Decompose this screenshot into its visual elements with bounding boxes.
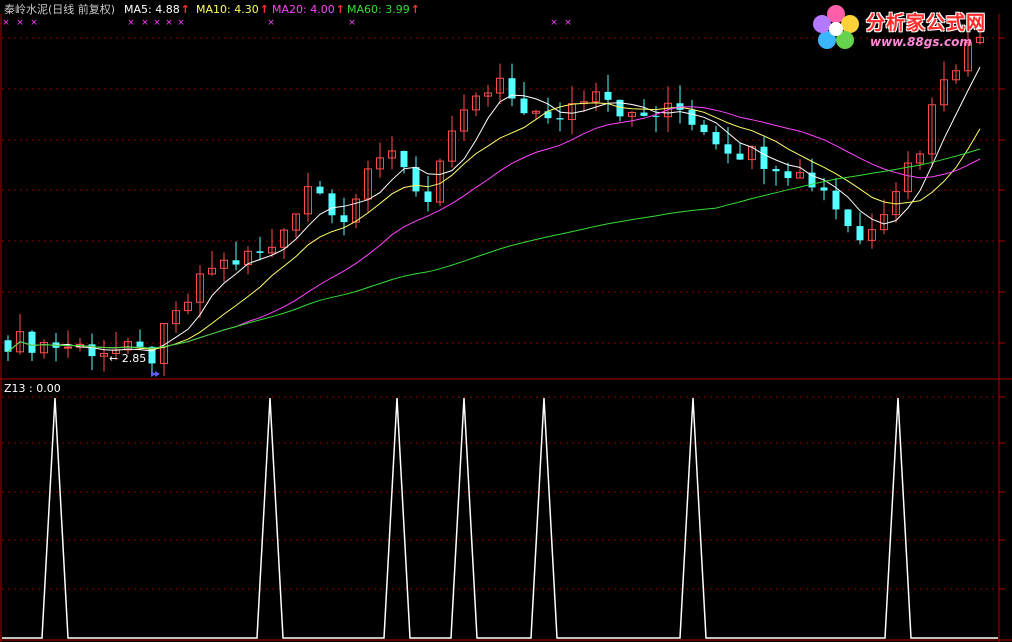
ma20-line (7, 106, 981, 353)
stock-title: 秦岭水泥(日线 前复权) (4, 3, 116, 16)
top-marker: × (550, 18, 558, 28)
ma20-legend: MA20: 4.00↑ (272, 3, 345, 17)
candle-down (604, 91, 612, 100)
site-logo: 分析家公式网 www.88gs.com (808, 2, 1008, 54)
z13-line (2, 397, 998, 639)
low-price-label: ← 2.85 (109, 352, 147, 365)
candle-down (736, 153, 744, 160)
candle-down (136, 341, 144, 347)
candle-down (712, 132, 720, 145)
ma20-label: MA20: 4.00 (272, 3, 335, 16)
candle-down (820, 187, 828, 191)
top-marker: × (177, 18, 185, 28)
arrow-up-icon: ↑ (335, 3, 345, 16)
candle-down (340, 215, 348, 223)
logo-title: 分析家公式网 (866, 12, 987, 34)
top-marker: × (348, 18, 356, 28)
ma60-legend: MA60: 3.99↑ (347, 3, 420, 17)
z13-indicator (2, 397, 998, 639)
candle-down (400, 150, 408, 168)
ma5-label: MA5: 4.88 (124, 3, 180, 16)
candle-down (28, 331, 36, 353)
candle-down (688, 109, 696, 125)
blue-arrow-icon (151, 371, 160, 377)
candle-down (328, 193, 336, 216)
candle-down (520, 98, 528, 114)
arrow-up-icon: ↑ (410, 3, 420, 16)
top-markers: × × × × × × × × × × × × (2, 18, 572, 28)
arrow-up-icon: ↑ (180, 3, 190, 16)
candle-down (412, 167, 420, 192)
top-marker: × (165, 18, 173, 28)
top-marker: × (2, 18, 10, 28)
candle-down (856, 226, 864, 241)
grid-lines (2, 37, 1005, 590)
candle-down (316, 186, 324, 194)
candle-down (256, 251, 264, 253)
candle-down (424, 191, 432, 202)
candle-down (844, 209, 852, 227)
ma60-label: MA60: 3.99 (347, 3, 410, 16)
top-marker: × (564, 18, 572, 28)
top-marker: × (16, 18, 24, 28)
candle-down (232, 260, 240, 265)
candle-down (652, 115, 660, 117)
candle-down (784, 171, 792, 179)
candle-down (724, 144, 732, 154)
candle-down (772, 168, 780, 172)
candle-down (700, 124, 708, 133)
candle-down (640, 112, 648, 116)
kline-chart[interactable]: × × × × × × × × × × × × (0, 0, 1012, 642)
ma10-legend: MA10: 4.30↑ (196, 3, 269, 17)
candlesticks (4, 24, 984, 377)
top-marker: × (30, 18, 38, 28)
indicator-label: Z13 : 0.00 (4, 382, 61, 395)
flower-logo-icon (813, 5, 859, 49)
logo-url: www.88gs.com (870, 35, 972, 49)
top-marker: × (153, 18, 161, 28)
ma10-label: MA10: 4.30 (196, 3, 259, 16)
ma5-legend: MA5: 4.88↑ (124, 3, 190, 17)
top-marker: × (141, 18, 149, 28)
candle-down (832, 190, 840, 210)
candle-down (556, 118, 564, 120)
candle-up (64, 346, 72, 349)
ma60-line (7, 148, 981, 353)
arrow-up-icon: ↑ (259, 3, 269, 16)
top-marker: × (267, 18, 275, 28)
chart-frame (0, 14, 1012, 642)
top-marker: × (127, 18, 135, 28)
candle-down (760, 146, 768, 169)
